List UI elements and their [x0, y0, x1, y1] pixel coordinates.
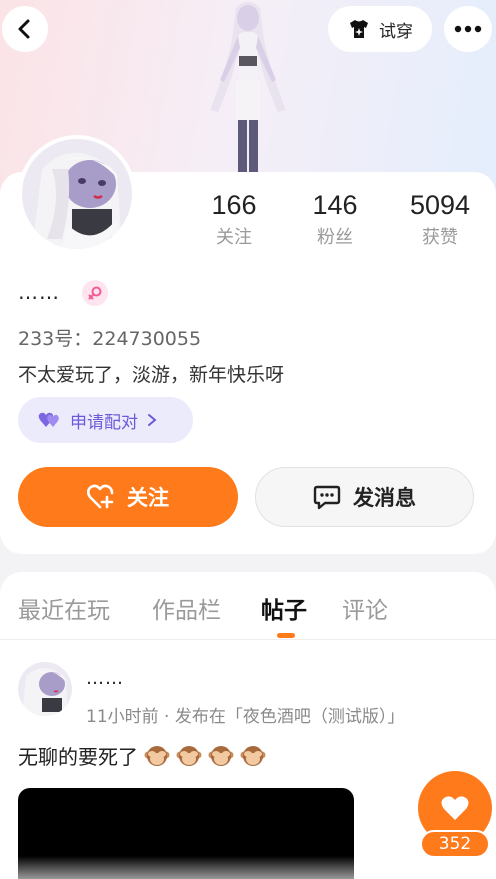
- stat-following[interactable]: 166 关注: [184, 189, 284, 249]
- back-button[interactable]: [2, 6, 48, 52]
- tab-comments[interactable]: 评论: [342, 591, 388, 625]
- double-heart-icon: [38, 412, 59, 427]
- post-text: 无聊的要死了: [18, 745, 138, 769]
- request-match-button[interactable]: 申请配对: [18, 397, 193, 443]
- post-content[interactable]: 无聊的要死了: [18, 741, 266, 770]
- stat-following-count: 166: [211, 190, 257, 220]
- send-message-label: 发消息: [353, 486, 416, 510]
- post-image[interactable]: [18, 788, 354, 879]
- see-no-evil-monkey-icon: [144, 745, 170, 766]
- female-gender-icon: [82, 280, 108, 306]
- stat-followers[interactable]: 146 粉丝: [285, 189, 385, 249]
- post-author-name[interactable]: ……: [86, 668, 124, 689]
- follow-label: 关注: [127, 486, 169, 510]
- heart-plus-icon: [87, 484, 114, 509]
- active-tab-indicator: [277, 633, 295, 638]
- more-dots-icon: [454, 25, 482, 33]
- try-on-label: 试穿: [379, 21, 413, 42]
- stat-followers-label: 粉丝: [317, 227, 353, 248]
- see-no-evil-monkey-icon: [176, 745, 202, 766]
- chevron-left-icon: [18, 19, 30, 39]
- see-no-evil-monkey-icon: [208, 745, 234, 766]
- stat-likes-count: 5094: [409, 190, 471, 220]
- more-options-button[interactable]: [444, 6, 492, 52]
- avatar-3d-figure: [198, 0, 298, 175]
- user-bio: 不太爱玩了，淡游，新年快乐呀: [18, 364, 285, 386]
- tshirt-sparkle-icon: [350, 20, 368, 38]
- tab-works[interactable]: 作品栏: [152, 591, 221, 625]
- user-nickname: ……: [18, 280, 60, 304]
- chat-bubble-icon: [313, 485, 341, 510]
- post-meta: 11小时前 · 发布在「夜色酒吧（测试版）」: [86, 707, 405, 727]
- try-on-button[interactable]: 试穿: [328, 6, 432, 52]
- see-no-evil-monkey-icon: [240, 745, 266, 766]
- request-match-label: 申请配对: [70, 412, 138, 433]
- follow-button[interactable]: 关注: [18, 467, 238, 527]
- user-id: 233号：224730055: [18, 328, 202, 350]
- heart-icon: [441, 796, 469, 820]
- stat-followers-count: 146: [312, 190, 358, 220]
- post-image-fade: [18, 856, 354, 879]
- stat-likes-label: 获赞: [422, 227, 458, 248]
- post-author-avatar[interactable]: [18, 662, 72, 716]
- stat-following-label: 关注: [216, 227, 252, 248]
- chevron-right-icon: [148, 414, 157, 426]
- like-count: 352: [420, 830, 490, 858]
- stat-likes[interactable]: 5094 获赞: [390, 189, 490, 249]
- send-message-button[interactable]: 发消息: [255, 467, 474, 527]
- tab-divider: [0, 639, 496, 640]
- tab-recently-played[interactable]: 最近在玩: [18, 591, 110, 625]
- user-avatar[interactable]: [18, 135, 136, 253]
- tab-posts[interactable]: 帖子: [261, 591, 307, 625]
- profile-stats: 166 关注 146 粉丝 5094 获赞: [184, 189, 496, 253]
